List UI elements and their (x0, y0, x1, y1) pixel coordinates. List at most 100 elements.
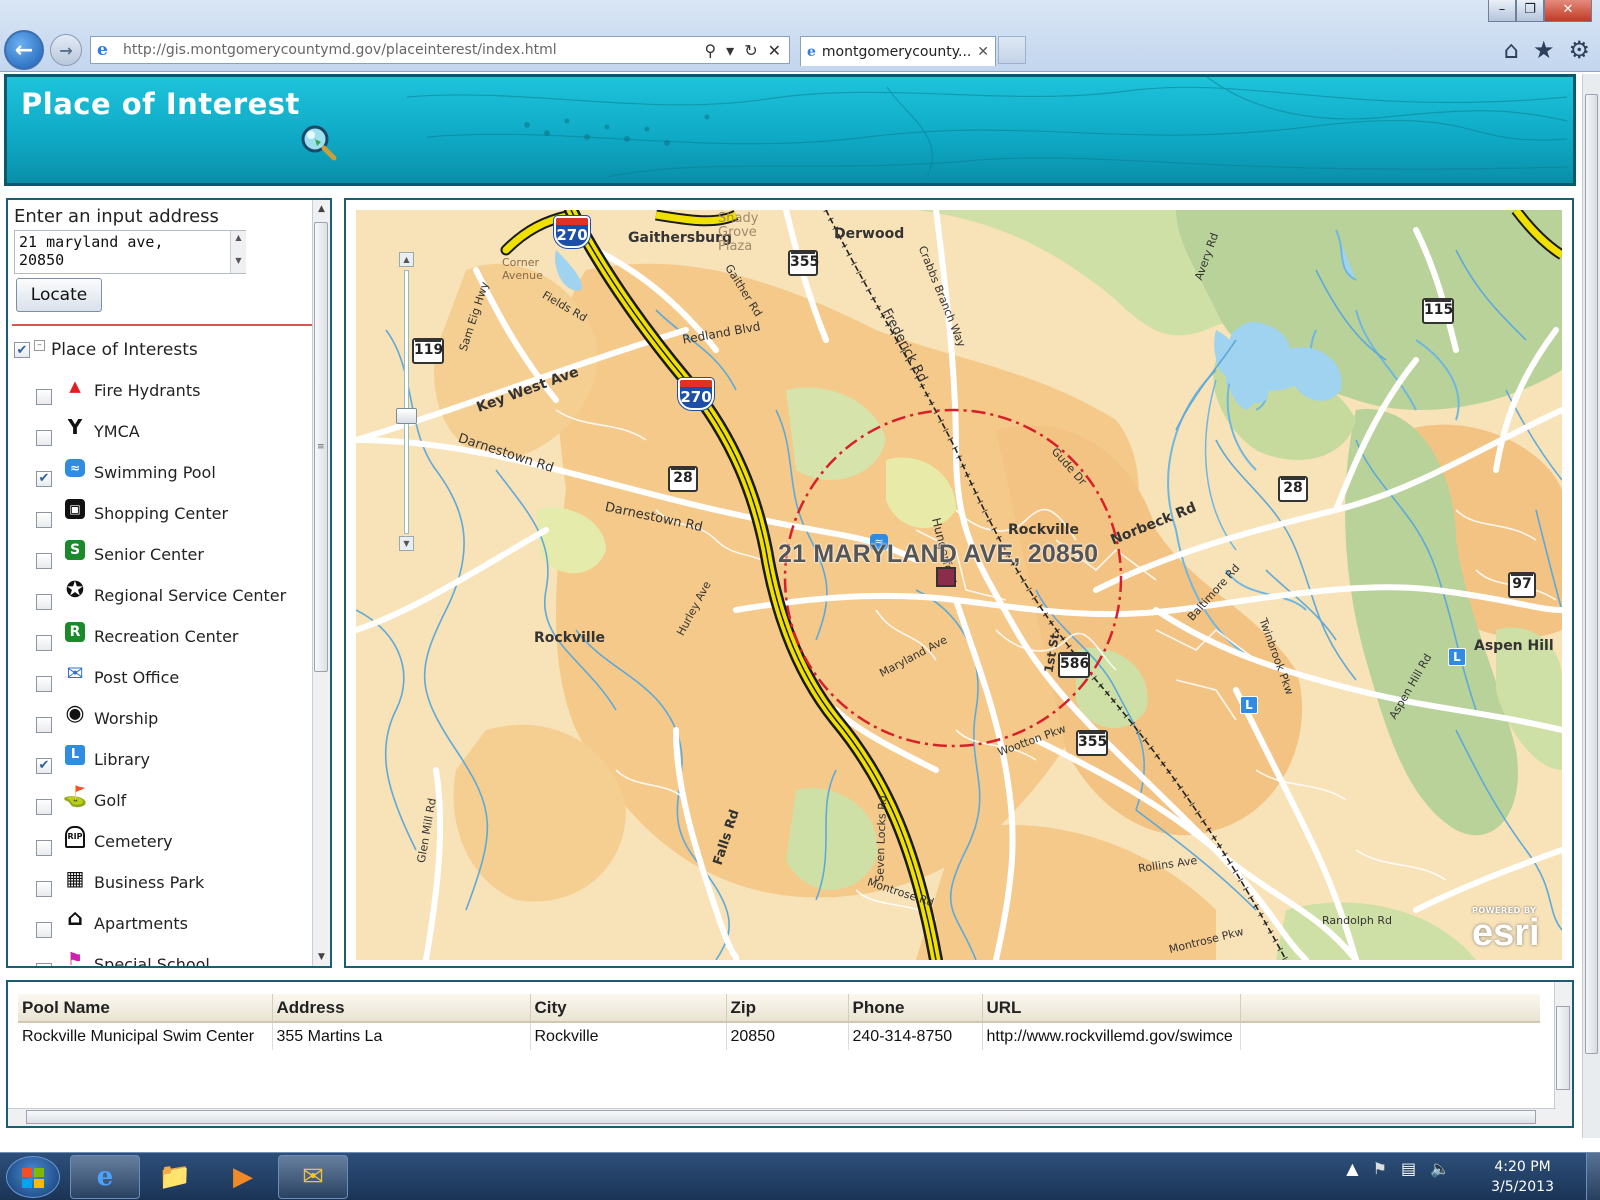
zoom-slider[interactable]: ▲ ▼ (396, 252, 417, 552)
browser-tab[interactable]: e montgomerycounty... ✕ (800, 36, 996, 66)
layer-checkbox[interactable] (36, 757, 52, 774)
show-hidden-icons-icon[interactable]: ▲ (1346, 1159, 1358, 1178)
collapse-icon[interactable]: – (34, 339, 45, 351)
column-header-address[interactable]: Address (272, 994, 531, 1023)
route-shield: 97 (1508, 572, 1536, 598)
scroll-up-icon[interactable]: ▲ (313, 200, 330, 218)
layer-label: Shopping Center (94, 504, 229, 523)
zoom-slider-track[interactable] (404, 270, 409, 534)
results-horizontal-scrollbar[interactable] (8, 1108, 1556, 1126)
search-icon[interactable]: ⚲ (704, 41, 716, 60)
map-place-label: Rockville (534, 630, 606, 646)
layer-item[interactable]: S Senior Center (36, 534, 286, 575)
page-scrollbar-thumb[interactable] (1585, 94, 1598, 1054)
media-player-icon: ▶ (233, 1162, 253, 1192)
layer-item[interactable]: ≈ Swimming Pool (36, 452, 286, 493)
layer-item[interactable]: ▦ Business Park (36, 862, 286, 903)
taskbar-file-explorer[interactable]: 📁 (140, 1155, 210, 1199)
back-button[interactable]: ← (4, 30, 44, 70)
action-center-flag-icon[interactable]: ⚑ (1373, 1159, 1387, 1178)
layer-checkbox[interactable] (36, 470, 52, 487)
locate-button[interactable]: Locate (16, 278, 102, 312)
layer-checkbox[interactable] (36, 429, 52, 446)
address-input-label: Enter an input address (14, 206, 219, 227)
map-view[interactable]: ▲ ▼ 270 270 355 355 119 28 28 586 115 97… (356, 210, 1562, 960)
layer-checkbox[interactable] (36, 716, 52, 733)
address-input[interactable]: 21 maryland ave, 20850 (14, 230, 246, 274)
layer-checkbox[interactable] (36, 839, 52, 856)
layer-item[interactable]: ✪ Regional Service Center (36, 575, 286, 616)
favorites-star-icon[interactable]: ★ (1533, 36, 1555, 64)
layer-checkbox[interactable] (36, 634, 52, 651)
layer-item[interactable]: ▣ Shopping Center (36, 493, 286, 534)
results-vertical-scrollbar-thumb[interactable] (1556, 1006, 1570, 1090)
scroll-down-icon[interactable]: ▼ (313, 948, 330, 966)
internet-explorer-icon: e (96, 1162, 114, 1192)
layer-group-checkbox[interactable] (14, 342, 30, 358)
layer-checkbox[interactable] (36, 798, 52, 815)
layer-checkbox[interactable] (36, 388, 52, 405)
layer-item[interactable]: RIP Cemetery (36, 821, 286, 862)
layer-item[interactable]: L Library (36, 739, 286, 780)
volume-icon[interactable]: 🔈 (1430, 1159, 1450, 1178)
column-header-url[interactable]: URL (982, 994, 1241, 1023)
column-header-phone[interactable]: Phone (848, 994, 983, 1023)
close-icon[interactable]: ✕ (1544, 0, 1592, 22)
layer-checkbox[interactable] (36, 675, 52, 692)
layer-checkbox[interactable] (36, 962, 52, 966)
layer-item[interactable]: ⚑ Special School (36, 944, 286, 966)
forward-button[interactable]: → (50, 34, 82, 66)
library-marker[interactable]: L (1448, 648, 1466, 666)
home-icon[interactable]: ⌂ (1504, 36, 1519, 64)
table-row[interactable]: Rockville Municipal Swim Center 355 Mart… (18, 1022, 1540, 1050)
taskbar-media-player[interactable]: ▶ (208, 1155, 278, 1199)
window-controls: – ❐ ✕ (1488, 0, 1592, 22)
column-header-city[interactable]: City (530, 994, 727, 1023)
taskbar-outlook[interactable]: ✉ (278, 1155, 348, 1199)
layer-item[interactable]: Y YMCA (36, 411, 286, 452)
zoom-in-icon[interactable]: ▲ (399, 252, 414, 267)
clock[interactable]: 4:20 PM 3/5/2013 (1491, 1157, 1554, 1197)
refresh-icon[interactable]: ↻ (744, 41, 757, 60)
address-bar-url[interactable]: http://gis.montgomerycountymd.gov/placei… (123, 42, 704, 58)
zoom-out-icon[interactable]: ▼ (399, 536, 414, 551)
zoom-slider-handle[interactable] (396, 408, 417, 424)
settings-gear-icon[interactable]: ⚙ (1568, 36, 1590, 64)
layer-checkbox[interactable] (36, 880, 52, 897)
close-tab-icon[interactable]: ✕ (977, 44, 989, 60)
results-horizontal-scrollbar-thumb[interactable] (26, 1110, 1536, 1124)
located-address-marker[interactable] (936, 567, 956, 587)
page-scrollbar[interactable] (1582, 74, 1600, 1138)
column-header-zip[interactable]: Zip (726, 994, 849, 1023)
results-vertical-scrollbar[interactable] (1554, 982, 1572, 1126)
route-shield: 586 (1058, 652, 1090, 678)
maximize-icon[interactable]: ❐ (1516, 0, 1544, 22)
layer-checkbox[interactable] (36, 552, 52, 569)
magnifier-icon (301, 125, 337, 161)
address-input-scrollbar[interactable]: ▲ ▼ (230, 231, 246, 273)
layer-item[interactable]: ▲ Fire Hydrants (36, 370, 286, 411)
start-button[interactable] (6, 1156, 60, 1198)
layer-item[interactable]: ◉ Worship (36, 698, 286, 739)
library-marker[interactable]: L (1240, 696, 1258, 714)
taskbar-internet-explorer[interactable]: e (70, 1155, 140, 1199)
show-desktop-button[interactable] (1586, 1153, 1600, 1200)
minimize-icon[interactable]: – (1488, 0, 1516, 22)
stop-icon[interactable]: ✕ (768, 41, 781, 60)
dropdown-icon[interactable]: ▾ (726, 41, 734, 60)
layer-item[interactable]: ✉ Post Office (36, 657, 286, 698)
layer-item[interactable]: ⌂ Apartments (36, 903, 286, 944)
column-header-pool-name[interactable]: Pool Name (18, 994, 273, 1023)
layer-checkbox[interactable] (36, 593, 52, 610)
layer-checkbox[interactable] (36, 511, 52, 528)
cell-url[interactable]: http://www.rockvillemd.gov/swimce (982, 1022, 1241, 1050)
new-tab-button[interactable] (998, 36, 1026, 64)
layer-item[interactable]: ⛳ Golf (36, 780, 286, 821)
layer-panel-scrollbar[interactable]: ▲ ≡ ▼ (312, 200, 330, 966)
address-bar[interactable]: e http://gis.montgomerycountymd.gov/plac… (90, 36, 790, 64)
layer-item[interactable]: R Recreation Center (36, 616, 286, 657)
post-office-icon: ✉ (66, 660, 84, 685)
network-icon[interactable]: ▤ (1401, 1159, 1416, 1178)
swimming-pool-icon: ≈ (64, 455, 86, 481)
layer-checkbox[interactable] (36, 921, 52, 938)
